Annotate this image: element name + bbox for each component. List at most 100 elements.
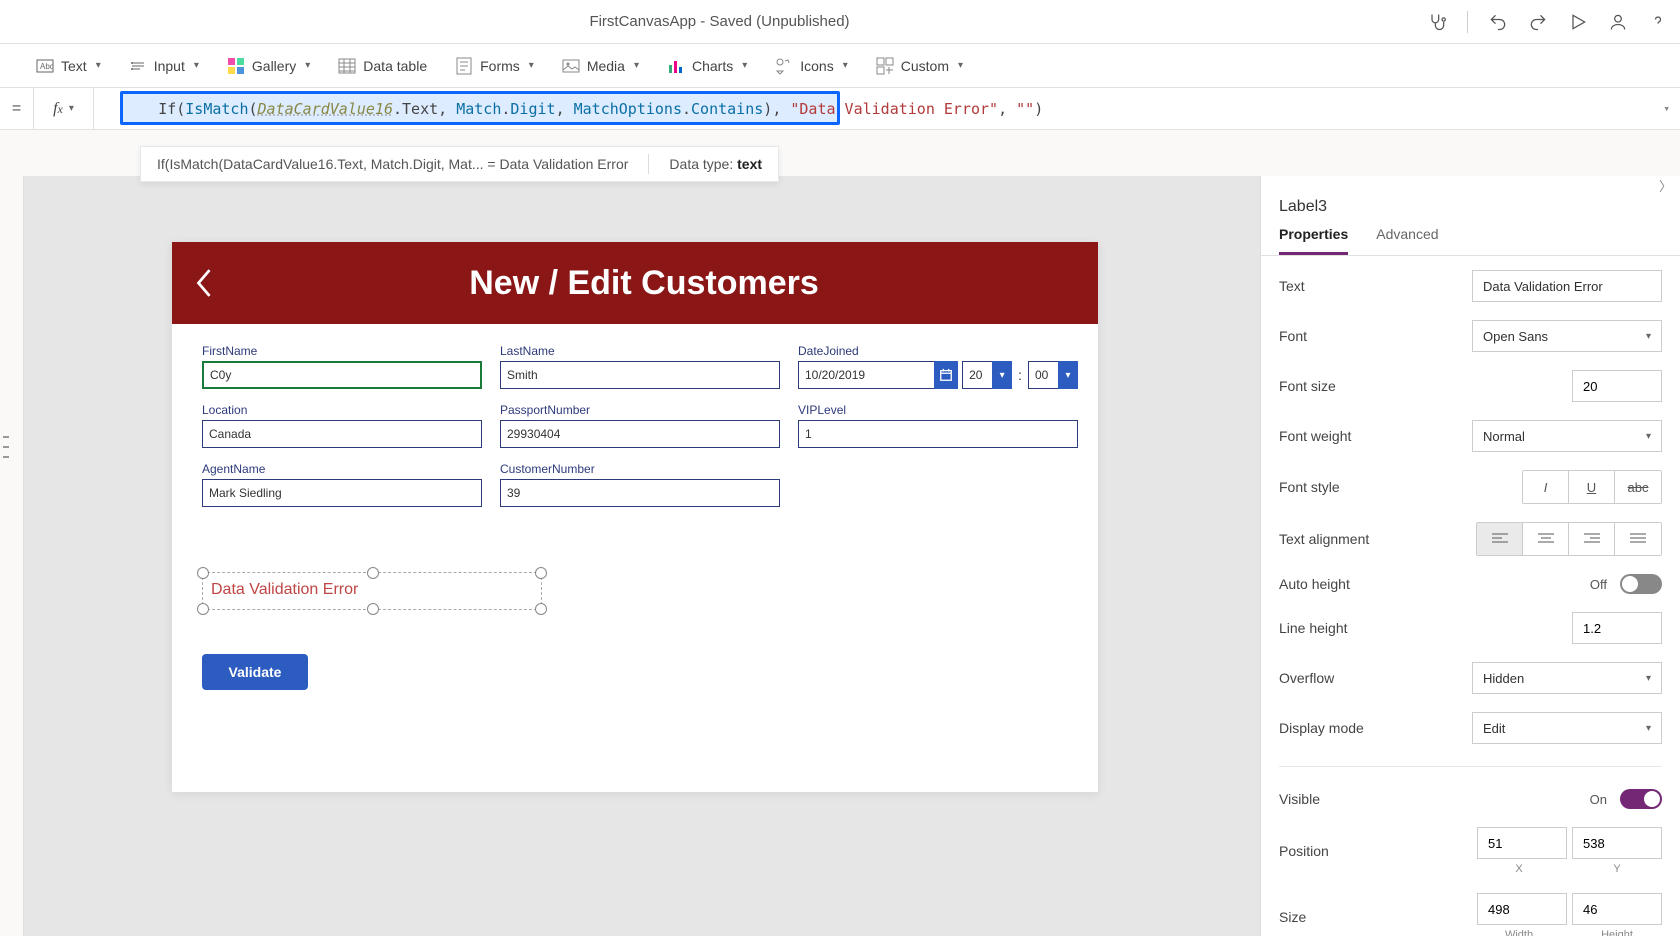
canvas-area[interactable]: New / Edit Customers FirstName LastName …	[24, 176, 1260, 936]
prop-font-weight-dropdown[interactable]: Normal▾	[1472, 420, 1662, 452]
chevron-down-icon: ▾	[1646, 723, 1651, 734]
field-label: CustomerNumber	[500, 462, 780, 476]
properties-tabs: Properties Advanced	[1261, 226, 1680, 256]
ribbon-input[interactable]: Input▾	[129, 57, 199, 75]
back-icon[interactable]	[190, 263, 218, 303]
prop-position-y[interactable]	[1572, 827, 1662, 859]
prop-overflow-dropdown[interactable]: Hidden▾	[1472, 662, 1662, 694]
separator	[1467, 11, 1468, 33]
ribbon-icons[interactable]: Icons▾	[775, 57, 848, 75]
property-equals[interactable]: =	[0, 88, 34, 129]
align-justify-toggle[interactable]	[1615, 523, 1661, 555]
resize-handle[interactable]	[197, 567, 209, 579]
tab-advanced[interactable]: Advanced	[1376, 226, 1438, 255]
align-center-toggle[interactable]	[1523, 523, 1569, 555]
scroll-right-icon[interactable]: 〉	[1261, 176, 1680, 194]
lastname-input[interactable]	[500, 361, 780, 389]
rail-handle-icon[interactable]	[3, 436, 9, 458]
resize-handle[interactable]	[535, 567, 547, 579]
play-icon[interactable]	[1568, 12, 1588, 32]
align-right-toggle[interactable]	[1569, 523, 1615, 555]
underline-toggle[interactable]: U	[1569, 471, 1615, 503]
fx-button[interactable]: fx▾	[34, 88, 94, 129]
control-name: Label3	[1261, 194, 1680, 226]
field-label: VIPLevel	[798, 403, 1078, 417]
ribbon-forms[interactable]: Forms▾	[455, 57, 534, 75]
viplevel-input[interactable]	[798, 420, 1078, 448]
redo-icon[interactable]	[1528, 12, 1548, 32]
field-label: AgentName	[202, 462, 482, 476]
undo-icon[interactable]	[1488, 12, 1508, 32]
titlebar: FirstCanvasApp - Saved (Unpublished)	[0, 0, 1680, 44]
app-title: FirstCanvasApp - Saved (Unpublished)	[12, 13, 1427, 30]
tab-properties[interactable]: Properties	[1279, 226, 1348, 255]
text-align-toggles	[1476, 522, 1662, 556]
prop-size: Size WidthHeight	[1279, 893, 1662, 936]
calendar-icon[interactable]	[934, 361, 958, 389]
resize-handle[interactable]	[197, 603, 209, 615]
field-passport: PassportNumber	[500, 403, 780, 448]
firstname-input[interactable]	[202, 361, 482, 389]
ribbon-data-table[interactable]: Data table	[338, 57, 427, 75]
location-input[interactable]	[202, 420, 482, 448]
chevron-down-icon: ▾	[305, 60, 310, 71]
prop-text-alignment: Text alignment	[1279, 522, 1662, 556]
expand-formula-icon[interactable]: ▾	[1663, 102, 1670, 115]
prop-position-x[interactable]	[1477, 827, 1567, 859]
field-customernumber: CustomerNumber	[500, 462, 780, 507]
separator	[648, 154, 649, 174]
font-style-toggles: I U abc	[1522, 470, 1662, 504]
prop-font: Font Open Sans▾	[1279, 320, 1662, 352]
ribbon-text[interactable]: Abc Text▾	[36, 57, 101, 75]
customernumber-input[interactable]	[500, 479, 780, 507]
ribbon-custom[interactable]: Custom▾	[876, 57, 963, 75]
toggle-label: Off	[1590, 577, 1607, 592]
gallery-icon	[227, 57, 245, 75]
prop-font-dropdown[interactable]: Open Sans▾	[1472, 320, 1662, 352]
stethoscope-icon[interactable]	[1427, 12, 1447, 32]
resize-handle[interactable]	[367, 603, 379, 615]
align-left-toggle[interactable]	[1477, 523, 1523, 555]
help-icon[interactable]	[1648, 12, 1668, 32]
charts-icon	[667, 57, 685, 75]
visible-toggle[interactable]	[1620, 789, 1662, 809]
axis-label: Y	[1572, 863, 1662, 875]
chevron-down-icon: ▾	[742, 60, 747, 71]
properties-panel: 〉 Label3 Properties Advanced Text Data V…	[1260, 176, 1680, 936]
custom-icon	[876, 57, 894, 75]
resize-handle[interactable]	[535, 603, 547, 615]
strike-toggle[interactable]: abc	[1615, 471, 1661, 503]
axis-label: Width	[1474, 929, 1564, 936]
app-canvas: New / Edit Customers FirstName LastName …	[172, 242, 1098, 792]
agentname-input[interactable]	[202, 479, 482, 507]
prop-line-height-input[interactable]	[1572, 612, 1662, 644]
chevron-down-icon[interactable]: ▾	[1058, 361, 1078, 389]
prop-size-width[interactable]	[1477, 893, 1567, 925]
prop-display-mode-dropdown[interactable]: Edit▾	[1472, 712, 1662, 744]
ribbon-charts[interactable]: Charts▾	[667, 57, 747, 75]
prop-line-height: Line height	[1279, 612, 1662, 644]
validate-button[interactable]: Validate	[202, 654, 308, 690]
prop-text: Text Data Validation Error	[1279, 270, 1662, 302]
italic-toggle[interactable]: I	[1523, 471, 1569, 503]
left-rail[interactable]	[0, 176, 24, 936]
auto-height-toggle[interactable]	[1620, 574, 1662, 594]
chevron-down-icon[interactable]: ▾	[992, 361, 1012, 389]
prop-text-value[interactable]: Data Validation Error	[1472, 270, 1662, 302]
field-datejoined: DateJoined ▾ : ▾	[798, 344, 1078, 389]
chevron-down-icon: ▾	[634, 60, 639, 71]
prop-font-size-input[interactable]	[1572, 370, 1662, 402]
resize-handle[interactable]	[367, 567, 379, 579]
workspace: New / Edit Customers FirstName LastName …	[0, 176, 1680, 936]
formula-input[interactable]: If(IsMatch(DataCardValue16.Text, Match.D…	[94, 88, 1680, 129]
ribbon-media[interactable]: Media▾	[562, 57, 639, 75]
chevron-down-icon: ▾	[958, 60, 963, 71]
prop-size-height[interactable]	[1572, 893, 1662, 925]
field-location: Location	[202, 403, 482, 448]
svg-text:Abc: Abc	[40, 62, 54, 71]
selected-label-control[interactable]: Data Validation Error	[202, 572, 542, 610]
ribbon-gallery[interactable]: Gallery▾	[227, 57, 310, 75]
formula-token: Match	[456, 100, 501, 118]
passport-input[interactable]	[500, 420, 780, 448]
person-icon[interactable]	[1608, 12, 1628, 32]
